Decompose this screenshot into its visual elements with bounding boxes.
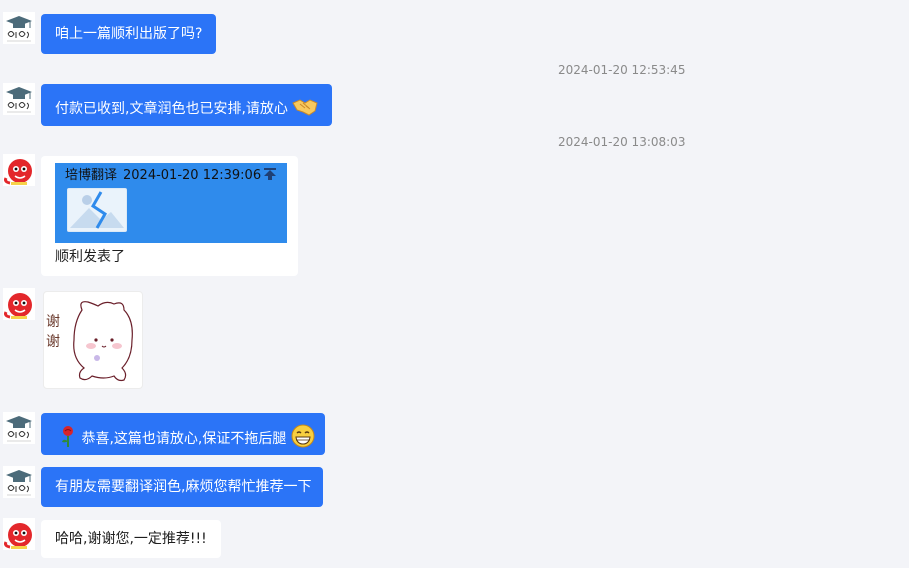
quote-message-bubble[interactable]: 培博翻译 2024-01-20 12:39:06 顺利发表了 [41,156,298,276]
quote-sender: 培博翻译 [65,168,118,183]
customer-avatar[interactable] [3,518,35,550]
translator-avatar[interactable] [3,12,35,44]
translator-avatar[interactable] [3,466,35,498]
message-text: 有朋友需要翻译润色,麻烦您帮忙推荐一下 [55,479,312,495]
message-bubble[interactable]: 有朋友需要翻译润色,麻烦您帮忙推荐一下 [41,467,324,507]
timestamp: 2024-01-20 12:53:45 [558,63,686,77]
image-placeholder-icon[interactable] [66,187,128,238]
translator-avatar[interactable] [3,83,35,115]
customer-avatar[interactable] [3,288,35,320]
message-text: 恭喜,这篇也请放心,保证不拖后腿 [81,431,287,447]
quoted-message[interactable]: 培博翻译 2024-01-20 12:39:06 [55,163,287,243]
quote-time: 2024-01-20 12:39:06 [123,168,262,183]
message-text: 哈哈,谢谢您,一定推荐!!! [55,531,207,547]
quote-header: 培博翻译 2024-01-20 12:39:06 [65,166,267,186]
sticker-message[interactable]: 谢谢 [43,291,143,389]
message-bubble[interactable]: 哈哈,谢谢您,一定推荐!!! [41,520,221,558]
timestamp: 2024-01-20 13:08:03 [558,135,686,149]
message-text: 顺利发表了 [55,249,125,265]
customer-avatar[interactable] [3,154,35,186]
grin-emoji [291,424,315,454]
jump-to-top-icon[interactable] [263,167,277,187]
translator-avatar[interactable] [3,412,35,444]
handshake-emoji [292,95,318,123]
message-bubble[interactable]: 恭喜,这篇也请放心,保证不拖后腿 [41,413,325,455]
bunny-sticker-icon [64,296,140,392]
sticker-caption: 谢谢 [46,314,60,350]
message-bubble[interactable]: 付款已收到,文章润色也已安排,请放心 [41,84,333,126]
message-bubble[interactable]: 咱上一篇顺利出版了吗? [41,14,217,54]
message-text: 付款已收到,文章润色也已安排,请放心 [55,101,288,117]
message-text: 咱上一篇顺利出版了吗? [55,26,203,42]
rose-emoji [59,425,77,453]
